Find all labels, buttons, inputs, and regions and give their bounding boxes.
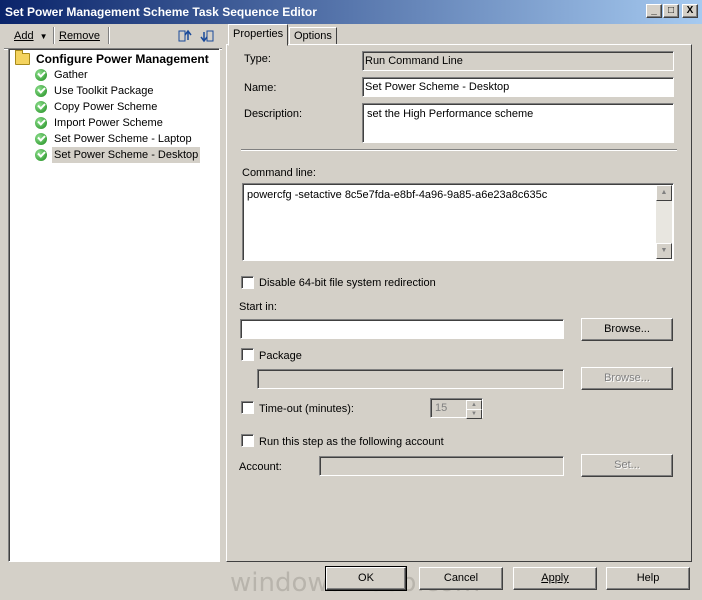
run-as-label: Run this step as the following account	[259, 436, 444, 448]
package-checkbox[interactable]	[241, 348, 254, 361]
tree-item-label: Set Power Scheme - Laptop	[54, 133, 192, 145]
start-in-label: Start in:	[239, 301, 277, 313]
check-icon	[35, 133, 47, 145]
properties-panel: Type: Run Command Line Name: Set Power S…	[226, 44, 692, 562]
description-label: Description:	[244, 108, 303, 120]
scroll-down-icon[interactable]: ▼	[656, 243, 672, 259]
command-line-text: powercfg -setactive 8c5e7fda-e8bf-4a96-9…	[247, 189, 548, 201]
check-icon	[35, 149, 47, 161]
disable-redirection-checkbox[interactable]	[241, 276, 254, 289]
task-tree[interactable]: Configure Power Management Gather Use To…	[8, 48, 220, 562]
tab-options[interactable]: Options	[289, 27, 337, 45]
tree-item-label: Use Toolkit Package	[54, 85, 154, 97]
chevron-down-icon: ▼	[39, 32, 48, 41]
account-field	[319, 456, 564, 476]
tree-root-label: Configure Power Management	[36, 52, 209, 66]
check-icon	[35, 117, 47, 129]
run-as-checkbox[interactable]	[241, 434, 254, 447]
window-title: Set Power Management Scheme Task Sequenc…	[5, 5, 317, 19]
tab-properties[interactable]: Properties	[228, 24, 289, 46]
apply-button[interactable]: Apply	[513, 567, 597, 590]
account-label: Account:	[239, 461, 282, 473]
package-field	[257, 369, 564, 389]
name-label: Name:	[244, 82, 277, 94]
tree-item-label: Copy Power Scheme	[54, 101, 158, 113]
command-line-scrollbar[interactable]: ▲ ▼	[656, 185, 672, 259]
check-icon	[35, 85, 47, 97]
help-button[interactable]: Help	[606, 567, 690, 590]
disable-redirection-label: Disable 64-bit file system redirection	[259, 277, 436, 289]
cancel-button[interactable]: Cancel	[419, 567, 503, 590]
start-in-input[interactable]	[240, 319, 564, 339]
command-line-input[interactable]: powercfg -setactive 8c5e7fda-e8bf-4a96-9…	[242, 183, 674, 261]
check-icon	[35, 101, 47, 113]
tree-item-label: Import Power Scheme	[54, 117, 163, 129]
ok-button[interactable]: OK	[325, 566, 407, 591]
folder-icon	[15, 50, 30, 65]
type-label: Type:	[244, 53, 271, 65]
move-down-icon[interactable]	[200, 28, 216, 44]
type-field: Run Command Line	[362, 51, 674, 71]
add-label: Add	[14, 30, 34, 42]
remove-button[interactable]: Remove	[59, 28, 100, 44]
timeout-checkbox[interactable]	[241, 401, 254, 414]
left-pane: Add ▼ Remove Configure Power Management …	[4, 24, 222, 564]
command-line-label: Command line:	[242, 167, 316, 179]
title-bar: Set Power Management Scheme Task Sequenc…	[0, 0, 702, 24]
spin-down-icon[interactable]: ▼	[466, 409, 482, 419]
package-label: Package	[259, 350, 302, 362]
move-up-icon[interactable]	[177, 28, 193, 44]
browse-package-button[interactable]: Browse...	[581, 367, 673, 390]
tree-item-label: Gather	[54, 69, 88, 81]
toolbar-separator	[108, 27, 110, 44]
scroll-up-icon[interactable]: ▲	[656, 185, 672, 201]
close-button[interactable]: X	[682, 4, 698, 18]
check-icon	[35, 69, 47, 81]
properties-tabs: Properties Options Type: Run Command Lin…	[226, 24, 692, 562]
tree-item-label: Set Power Scheme - Desktop	[52, 147, 201, 163]
toolbar-separator	[53, 27, 55, 44]
timeout-label: Time-out (minutes):	[259, 403, 354, 415]
set-account-button[interactable]: Set...	[581, 454, 673, 477]
remove-label: Remove	[59, 30, 100, 42]
maximize-button[interactable]: □	[663, 4, 679, 18]
description-input[interactable]: set the High Performance scheme	[362, 103, 674, 143]
minimize-button[interactable]: _	[646, 4, 662, 18]
section-divider	[241, 149, 677, 151]
name-input[interactable]: Set Power Scheme - Desktop	[362, 77, 674, 97]
add-menu-button[interactable]: Add ▼	[14, 28, 48, 44]
browse-start-in-button[interactable]: Browse...	[581, 318, 673, 341]
